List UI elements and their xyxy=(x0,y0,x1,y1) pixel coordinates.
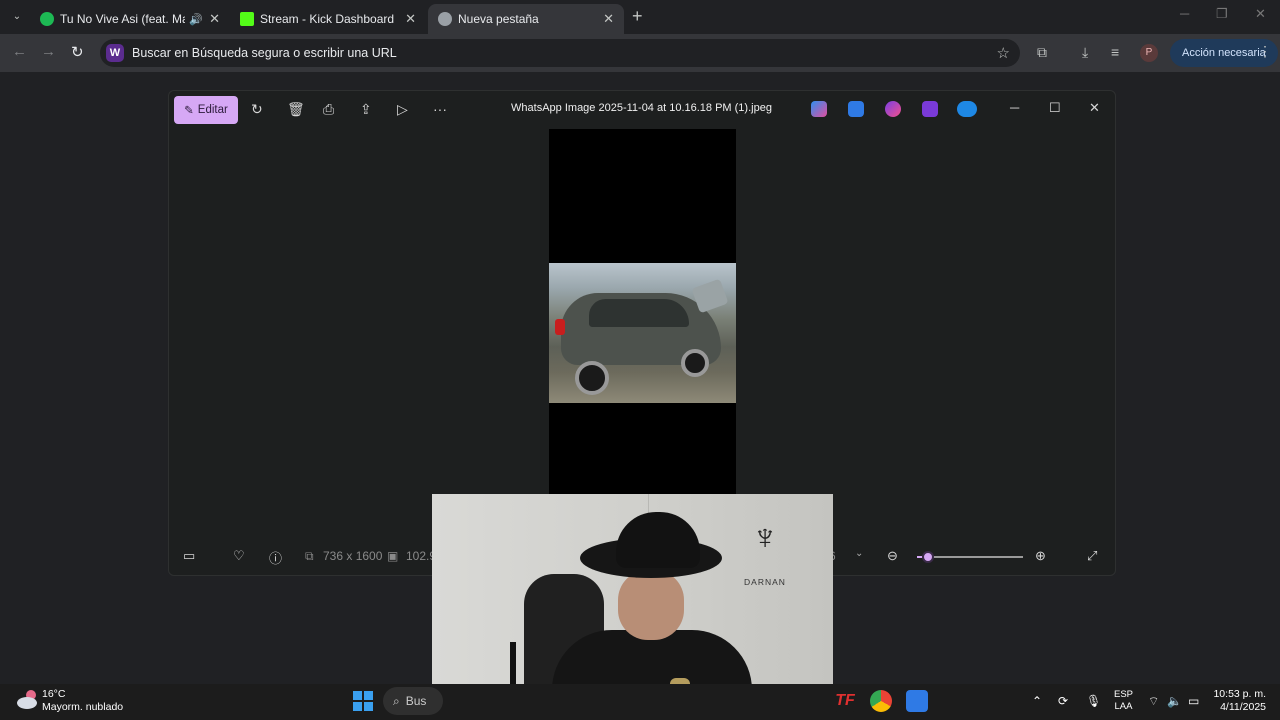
tab-search-button[interactable]: ⌄ xyxy=(7,8,27,26)
back-icon[interactable]: ← xyxy=(12,43,27,60)
search-icon: ⌕ xyxy=(393,693,400,708)
slideshow-icon[interactable]: ▷ xyxy=(397,101,408,118)
clock-date: 4/11/2025 xyxy=(1220,701,1266,713)
zoom-slider[interactable] xyxy=(917,551,1023,563)
file-title: WhatsApp Image 2025-11-04 at 10.16.18 PM… xyxy=(511,102,772,114)
address-bar[interactable]: W Buscar en Búsqueda segura o escribir u… xyxy=(100,39,1020,67)
car-taillight xyxy=(555,319,565,335)
keyboard-layout: LAA xyxy=(1114,701,1133,712)
share-icon[interactable]: ⇪ xyxy=(360,101,372,118)
tab-title: Nueva pestaña xyxy=(458,12,539,26)
car-photo xyxy=(549,263,736,403)
spotify-icon xyxy=(40,12,54,26)
close-window-icon[interactable]: ✕ xyxy=(1255,6,1266,22)
image-dimensions: 736 x 1600 xyxy=(323,549,383,563)
deer-logo-icon: ♆ xyxy=(751,516,779,557)
hat-crown xyxy=(616,512,700,568)
rotate-icon[interactable]: ↻ xyxy=(251,101,263,118)
new-tab-button[interactable]: + xyxy=(632,6,643,27)
reload-icon[interactable]: ↻ xyxy=(71,43,84,61)
tab-spotify[interactable]: Tu No Vive Asi (feat. Mamb 🔊 ✕ xyxy=(30,4,230,34)
close-icon[interactable]: ✕ xyxy=(209,11,220,27)
tab-new[interactable]: Nueva pestaña ✕ xyxy=(428,4,624,34)
windows-taskbar: 16°C Mayorm. nublado ⌕ Bus TF ⌃ ⟳ 🎙 ESP … xyxy=(0,684,1280,720)
dimensions-icon: ⧉ xyxy=(305,549,314,563)
download-icon[interactable]: ⤓ xyxy=(1082,44,1088,61)
tab-title: Stream - Kick Dashboard xyxy=(260,12,395,26)
address-placeholder[interactable]: Buscar en Búsqueda segura o escribir una… xyxy=(132,46,997,60)
photo-editor-icon[interactable] xyxy=(848,101,864,117)
photos-titlebar: ✎ Editar ↻ 🗑 ⎙ ⇪ ▷ ··· WhatsApp Image 20… xyxy=(169,91,1115,129)
fullscreen-icon[interactable]: ⤢ xyxy=(1087,548,1097,564)
tab-strip: ⌄ Tu No Vive Asi (feat. Mamb 🔊 ✕ Stream … xyxy=(0,0,1280,34)
car-wheel xyxy=(575,361,609,395)
tab-kick[interactable]: Stream - Kick Dashboard ✕ xyxy=(230,4,426,34)
taskbar-search-label: Bus xyxy=(405,694,427,708)
tab-title: Tu No Vive Asi (feat. Mamb xyxy=(60,12,186,26)
filmstrip-icon[interactable]: ▭ xyxy=(183,548,195,564)
designer-icon[interactable] xyxy=(885,101,901,117)
extensions-icon[interactable]: ⧉ xyxy=(1037,44,1047,61)
car-wheel xyxy=(681,349,709,377)
onedrive-icon[interactable] xyxy=(957,101,977,117)
favorite-heart-icon[interactable]: ♡ xyxy=(233,548,245,564)
media-control-icon[interactable]: ≡ xyxy=(1111,44,1119,60)
sync-icon[interactable]: ⟳ xyxy=(1058,694,1068,708)
microphone-icon[interactable]: 🎙 xyxy=(1086,694,1101,708)
close-icon[interactable]: ✕ xyxy=(603,11,614,27)
language-code: ESP xyxy=(1114,689,1134,700)
edit-icon: ✎ xyxy=(184,105,194,117)
logo-text: DARNAN xyxy=(744,577,786,587)
close-icon[interactable]: ✕ xyxy=(1089,100,1100,116)
start-windows-icon[interactable] xyxy=(353,691,373,711)
speaker-icon[interactable]: 🔊 xyxy=(189,13,203,26)
system-clock[interactable]: 10:53 p. m. 4/11/2025 xyxy=(1212,688,1266,714)
close-icon[interactable]: ✕ xyxy=(405,11,416,27)
volume-icon[interactable]: 🔈 xyxy=(1167,694,1182,708)
browser-toolbar: ← → ↻ W Buscar en Búsqueda segura o escr… xyxy=(0,34,1280,72)
zoom-in-icon[interactable]: ⊕ xyxy=(1035,548,1046,564)
zoom-slider-thumb[interactable] xyxy=(921,551,934,563)
language-indicator[interactable]: ESP LAA xyxy=(1114,689,1133,713)
minimize-icon[interactable]: ─ xyxy=(1180,6,1189,21)
zoom-out-icon[interactable]: ⊖ xyxy=(887,548,898,564)
file-size-icon: ▣ xyxy=(387,549,399,563)
menu-icon[interactable]: ⋮ xyxy=(1258,43,1272,60)
clock-time: 10:53 p. m. xyxy=(1213,688,1266,700)
maximize-icon[interactable]: ☐ xyxy=(1049,100,1061,116)
chevron-down-icon[interactable]: ⌄ xyxy=(855,548,863,559)
chrome-icon[interactable] xyxy=(870,690,892,712)
person-head xyxy=(618,570,684,640)
photos-app-icon[interactable] xyxy=(906,690,928,712)
tray-overflow-icon[interactable]: ⌃ xyxy=(1032,694,1042,708)
delete-icon[interactable]: 🗑 xyxy=(287,101,305,118)
taskbar-search[interactable]: ⌕ Bus xyxy=(383,687,443,715)
clipchamp-icon[interactable] xyxy=(922,101,938,117)
battery-icon[interactable]: ▭ xyxy=(1188,694,1199,708)
wifi-icon[interactable]: ⌔ xyxy=(1148,694,1159,709)
profile-avatar[interactable]: P xyxy=(1140,44,1158,62)
edit-label: Editar xyxy=(197,104,228,116)
weather-temperature[interactable]: 16°C xyxy=(42,688,65,700)
minimize-icon[interactable]: ─ xyxy=(1010,100,1019,115)
cloudy-weather-icon[interactable] xyxy=(16,688,40,710)
restore-icon[interactable]: ❐ xyxy=(1216,6,1228,22)
info-icon[interactable]: ⓘ xyxy=(269,548,282,567)
print-icon[interactable]: ⎙ xyxy=(323,101,334,118)
forward-icon[interactable]: → xyxy=(41,43,56,60)
tf-app-icon[interactable]: TF xyxy=(834,690,856,712)
car-window xyxy=(589,299,689,327)
weather-description[interactable]: Mayorm. nublado xyxy=(42,701,123,713)
kick-icon xyxy=(240,12,254,26)
copilot-icon[interactable] xyxy=(811,101,827,117)
bookmark-star-icon[interactable]: ☆ xyxy=(997,44,1010,62)
edit-button[interactable]: ✎ Editar xyxy=(174,96,238,124)
search-engine-icon: W xyxy=(106,44,124,62)
globe-icon xyxy=(438,12,452,26)
